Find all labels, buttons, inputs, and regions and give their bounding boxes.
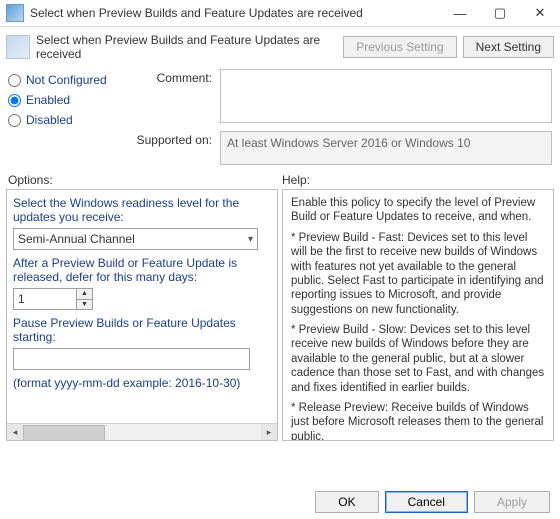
readiness-level-combo[interactable]: Semi-Annual Channel ▾ (13, 228, 258, 250)
defer-prompt: After a Preview Build or Feature Update … (13, 256, 271, 284)
chevron-down-icon: ▾ (248, 234, 253, 245)
state-radio-group: Not Configured Enabled Disabled (8, 69, 128, 165)
scroll-left-icon[interactable]: ◂ (7, 424, 23, 440)
window-title: Select when Preview Builds and Feature U… (30, 6, 440, 20)
help-panel: Enable this policy to specify the level … (282, 189, 554, 441)
radio-label: Not Configured (26, 73, 107, 87)
ok-button[interactable]: OK (315, 491, 378, 513)
supported-label: Supported on: (128, 131, 212, 147)
help-paragraph: * Release Preview: Receive builds of Win… (291, 401, 545, 440)
next-setting-button[interactable]: Next Setting (463, 36, 554, 58)
dialog-buttons: OK Cancel Apply (315, 491, 550, 513)
cancel-button[interactable]: Cancel (385, 491, 468, 513)
format-hint: (format yyyy-mm-dd example: 2016-10-30) (13, 376, 271, 390)
supported-on-text: At least Windows Server 2016 or Windows … (227, 136, 470, 150)
radio-enabled[interactable]: Enabled (8, 93, 128, 107)
apply-button[interactable]: Apply (474, 491, 550, 513)
policy-icon (6, 35, 30, 59)
options-heading: Options: (8, 173, 282, 187)
readiness-prompt: Select the Windows readiness level for t… (13, 196, 271, 224)
help-text[interactable]: Enable this policy to specify the level … (283, 190, 553, 440)
policy-header: Select when Preview Builds and Feature U… (0, 27, 560, 67)
pause-prompt: Pause Preview Builds or Feature Updates … (13, 316, 271, 344)
close-button[interactable]: ✕ (520, 0, 560, 26)
spinner-up-icon[interactable]: ▲ (76, 289, 92, 300)
options-panel: Select the Windows readiness level for t… (6, 189, 278, 441)
defer-days-spinner[interactable]: 1 ▲ ▼ (13, 288, 93, 310)
radio-label: Enabled (26, 93, 70, 107)
radio-not-configured[interactable]: Not Configured (8, 73, 128, 87)
supported-on-box: At least Windows Server 2016 or Windows … (220, 131, 552, 165)
title-bar: Select when Preview Builds and Feature U… (0, 0, 560, 27)
policy-subtitle: Select when Preview Builds and Feature U… (36, 33, 337, 61)
comment-label: Comment: (128, 69, 212, 85)
app-icon (6, 4, 24, 22)
pause-date-input[interactable] (13, 348, 250, 370)
radio-label: Disabled (26, 113, 73, 127)
defer-days-value: 1 (18, 292, 25, 306)
config-area: Not Configured Enabled Disabled Comment:… (0, 67, 560, 167)
comment-textarea[interactable] (220, 69, 552, 123)
radio-disabled[interactable]: Disabled (8, 113, 128, 127)
help-heading: Help: (282, 173, 310, 187)
minimize-button[interactable]: — (440, 0, 480, 26)
readiness-level-value: Semi-Annual Channel (18, 232, 135, 246)
help-paragraph: Enable this policy to specify the level … (291, 196, 545, 225)
scroll-right-icon[interactable]: ▸ (261, 424, 277, 440)
scroll-thumb[interactable] (23, 425, 105, 441)
help-paragraph: * Preview Build - Fast: Devices set to t… (291, 231, 545, 317)
maximize-button[interactable]: ▢ (480, 0, 520, 26)
help-paragraph: * Preview Build - Slow: Devices set to t… (291, 323, 545, 395)
spinner-down-icon[interactable]: ▼ (76, 300, 92, 310)
previous-setting-button[interactable]: Previous Setting (343, 36, 456, 58)
options-horizontal-scrollbar[interactable]: ◂ ▸ (7, 423, 277, 440)
